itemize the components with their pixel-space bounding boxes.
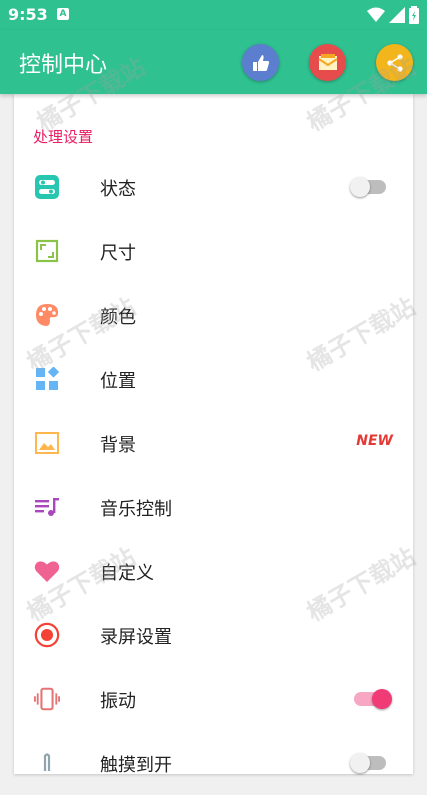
list-item-label: 颜色 [100,307,136,328]
list-item-position[interactable]: 位置 [14,347,413,411]
share-button[interactable] [376,44,413,81]
resize-icon [34,238,60,264]
wifi-icon [367,7,385,22]
message-icon [317,53,338,70]
music-icon [34,494,60,520]
heart-icon [34,558,60,584]
battery-icon [409,6,419,24]
list-item-label: 自定义 [100,563,154,584]
list-item-label: 尺寸 [100,243,136,264]
notification-a-icon: A [57,8,69,20]
system-icons [367,6,419,24]
touch-icon [34,750,60,776]
list-item-screen-record[interactable]: 录屏设置 [14,603,413,667]
section-title: 处理设置 [33,128,94,146]
status-time: 9:53 [8,5,48,24]
list-item-status[interactable]: 状态 [14,155,413,219]
list-item-label: 位置 [100,371,136,392]
message-button[interactable] [309,44,346,81]
share-icon [386,53,403,72]
list-item-background[interactable]: 背景 NEW [14,411,413,475]
status-bar: 9:53 A [0,0,427,30]
image-icon [34,430,60,456]
settings-card: 处理设置 状态 尺寸 颜色 位置 背景 NEW 音乐控制 自定义 录屏设置 振动… [14,94,413,776]
list-item-label: 状态 [100,179,136,200]
vibrate-icon [34,686,60,712]
list-item-custom[interactable]: 自定义 [14,539,413,603]
grid-icon [34,366,60,392]
toggle-icon [34,174,60,200]
thumbs-up-icon [252,54,269,71]
list-item-label: 录屏设置 [100,627,172,648]
list-item-touch[interactable]: 触摸到开 [14,731,413,795]
like-button[interactable] [242,44,279,81]
list-item-label: 触摸到开 [100,755,172,776]
record-icon [34,622,60,648]
vibrate-switch[interactable] [352,689,392,709]
list-item-label: 背景 [100,435,136,456]
list-item-vibrate[interactable]: 振动 [14,667,413,731]
palette-icon [34,302,60,328]
list-item-music-control[interactable]: 音乐控制 [14,475,413,539]
list-item-color[interactable]: 颜色 [14,283,413,347]
list-item-size[interactable]: 尺寸 [14,219,413,283]
signal-icon [389,7,405,23]
new-badge: NEW [356,433,393,449]
touch-switch[interactable] [350,753,388,773]
list-item-label: 音乐控制 [100,499,172,520]
app-bar: 控制中心 [0,30,427,94]
app-title: 控制中心 [19,53,108,78]
status-switch[interactable] [350,177,388,197]
list-item-label: 振动 [100,691,136,712]
